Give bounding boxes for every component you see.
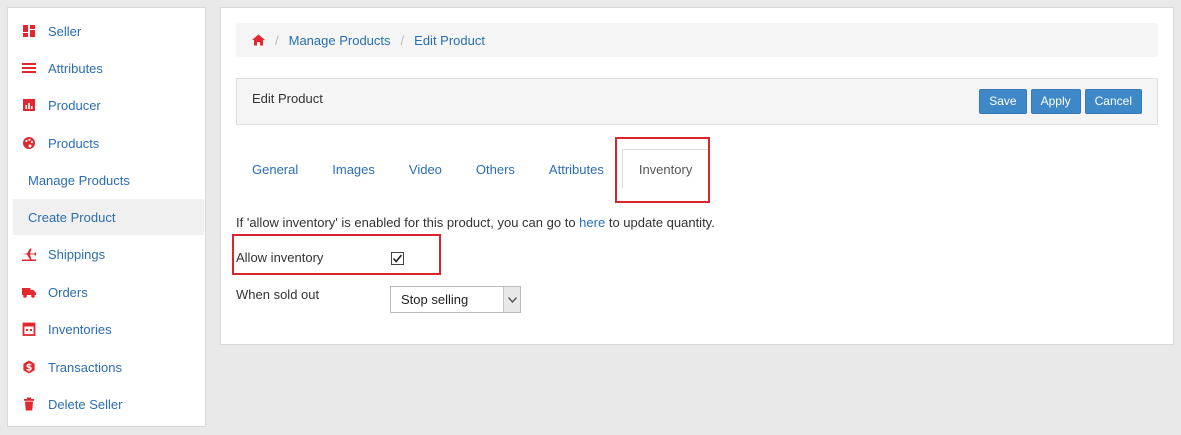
allow-inventory-checkbox[interactable] [391, 252, 404, 265]
trash-icon [22, 397, 36, 411]
sidebar-item-label: Create Product [28, 209, 116, 225]
sidebar-item-label: Products [48, 135, 100, 151]
tab-video[interactable]: Video [393, 149, 458, 189]
sidebar-item-inventories[interactable]: Inventories [13, 311, 204, 347]
allow-inventory-label: Allow inventory [236, 250, 324, 265]
dashboard-icon [22, 24, 36, 38]
breadcrumb-edit-product[interactable]: Edit Product [414, 33, 485, 48]
breadcrumb-separator: / [400, 32, 405, 48]
sidebar-item-shippings[interactable]: Shippings [13, 236, 204, 272]
panel-header: Edit Product Save Apply Cancel [236, 78, 1158, 125]
sidebar-item-label: Delete Seller [48, 396, 123, 412]
sidebar-item-label: Orders [48, 284, 88, 300]
save-button[interactable]: Save [979, 89, 1027, 114]
breadcrumb-separator: / [275, 32, 279, 48]
sidebar-item-producer[interactable]: Producer [13, 87, 204, 123]
palette-icon [22, 136, 36, 150]
main-content: / Manage Products / Edit Product Edit Pr… [220, 7, 1174, 345]
cancel-button[interactable]: Cancel [1084, 89, 1142, 114]
plane-icon [22, 247, 36, 261]
svg-text:$: $ [26, 363, 33, 374]
sidebar: Seller Attributes Producer Products Mana… [7, 7, 206, 427]
sidebar-item-products[interactable]: Products [13, 125, 204, 161]
list-icon [22, 61, 36, 75]
checkmark-icon [392, 254, 403, 263]
when-sold-out-label: When sold out [236, 287, 320, 302]
info-prefix: If 'allow inventory' is enabled for this… [236, 215, 576, 230]
sidebar-item-label: Shippings [48, 246, 106, 262]
breadcrumb: / Manage Products / Edit Product [236, 23, 1158, 57]
sidebar-item-create-product[interactable]: Create Product [13, 199, 204, 235]
sidebar-item-label: Transactions [48, 359, 122, 375]
action-buttons: Save Apply Cancel [979, 89, 1142, 114]
tab-inventory[interactable]: Inventory [621, 149, 710, 189]
breadcrumb-manage-products[interactable]: Manage Products [289, 33, 391, 48]
chevron-down-icon [503, 287, 520, 312]
calendar-icon [22, 322, 36, 336]
sidebar-item-label: Manage Products [28, 172, 130, 188]
tab-bar: General Images Video Others Attributes I… [236, 149, 711, 193]
tab-general[interactable]: General [236, 149, 314, 189]
select-value: Stop selling [401, 292, 469, 307]
sidebar-item-manage-products[interactable]: Manage Products [13, 162, 204, 198]
dollar-icon: $ [22, 360, 36, 374]
panel-title: Edit Product [252, 91, 323, 106]
truck-icon [22, 285, 36, 299]
tab-others[interactable]: Others [460, 149, 531, 189]
when-sold-out-select[interactable]: Stop selling [390, 286, 521, 313]
inventory-info-text: If 'allow inventory' is enabled for this… [236, 215, 715, 230]
sidebar-item-transactions[interactable]: $ Transactions [13, 349, 204, 385]
sidebar-item-label: Inventories [48, 321, 112, 337]
sidebar-item-seller[interactable]: Seller [13, 13, 204, 49]
sidebar-item-label: Seller [48, 23, 82, 39]
sidebar-item-label: Producer [48, 97, 101, 113]
tab-attributes[interactable]: Attributes [533, 149, 620, 189]
sidebar-item-orders[interactable]: Orders [13, 274, 204, 310]
bar-chart-icon [22, 98, 36, 112]
tab-images[interactable]: Images [316, 149, 391, 189]
here-link[interactable]: here [579, 215, 605, 230]
apply-button[interactable]: Apply [1030, 89, 1081, 114]
sidebar-item-label: Attributes [48, 60, 103, 76]
info-suffix: to update quantity. [608, 215, 715, 230]
sidebar-item-delete-seller[interactable]: Delete Seller [13, 386, 204, 422]
sidebar-item-attributes[interactable]: Attributes [13, 50, 204, 86]
home-icon[interactable] [252, 34, 265, 46]
